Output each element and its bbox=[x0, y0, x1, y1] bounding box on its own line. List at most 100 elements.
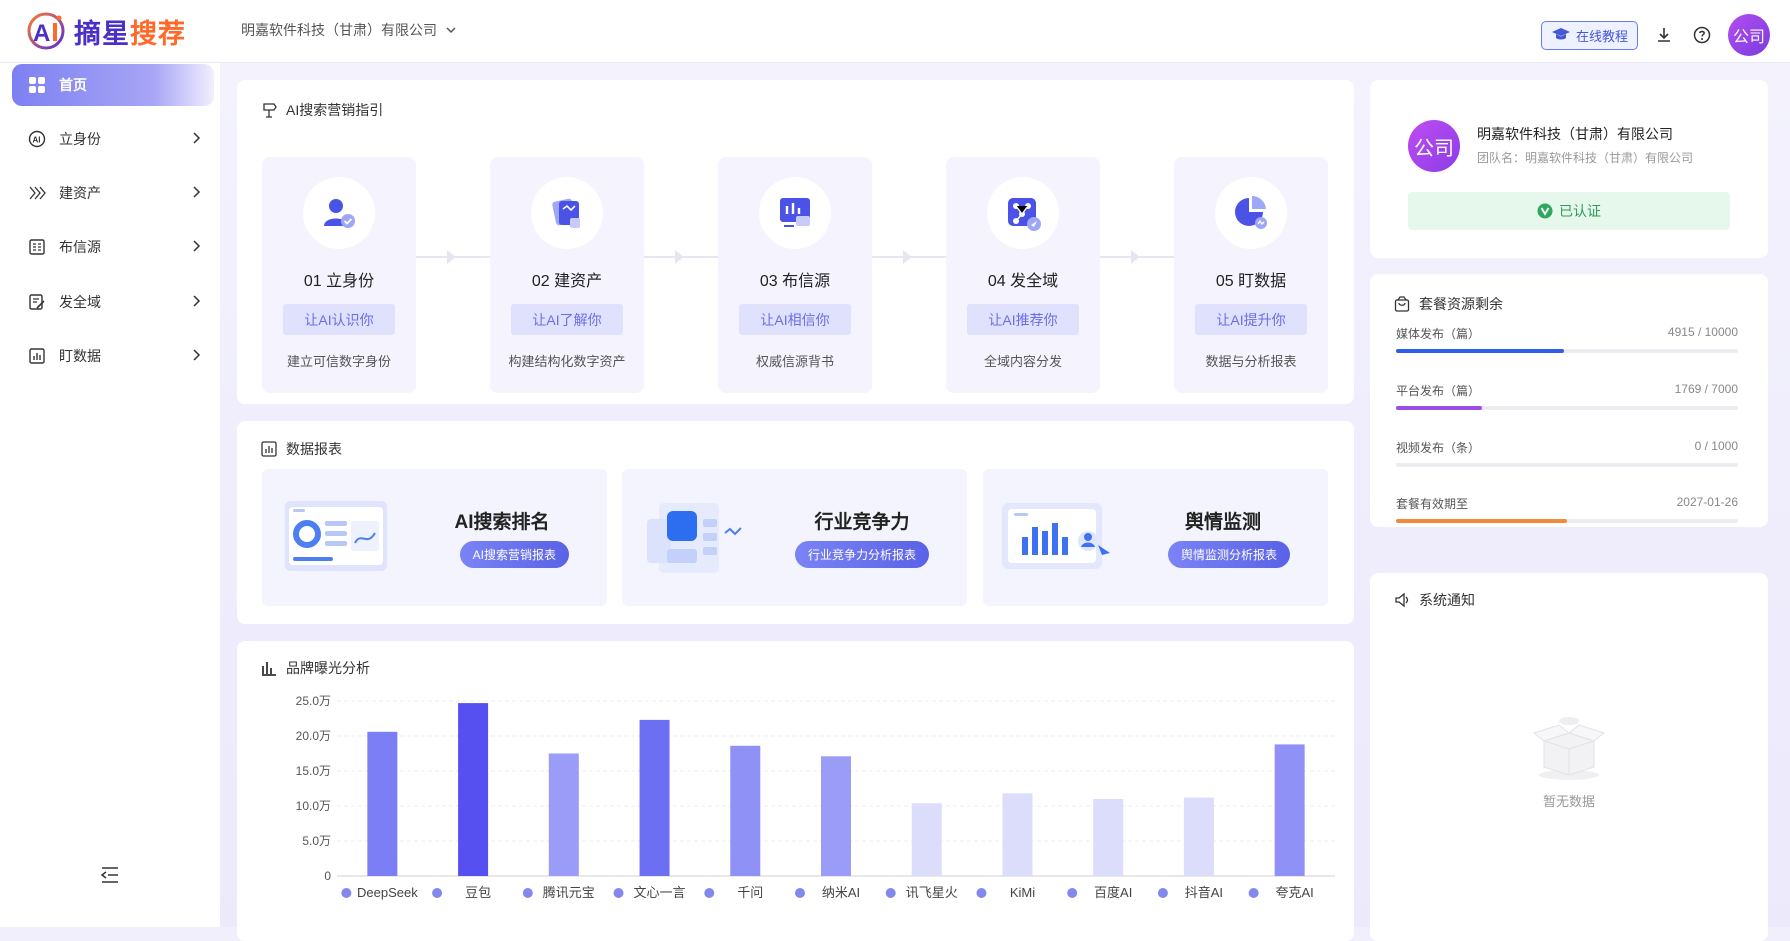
resource-label: 平台发布（篇） bbox=[1396, 384, 1481, 398]
guide-post-icon bbox=[263, 103, 277, 118]
chevron-right-icon bbox=[193, 240, 201, 252]
step-connector-arrow bbox=[644, 250, 718, 264]
collapse-sidebar-button[interactable] bbox=[100, 866, 120, 889]
help-button[interactable] bbox=[1690, 23, 1714, 47]
package-bag-icon bbox=[1394, 296, 1410, 312]
bar-文心一言 bbox=[639, 719, 670, 876]
source-icon bbox=[27, 237, 47, 257]
report-public-opinion[interactable]: 舆情监测 舆情监测分析报表 bbox=[983, 469, 1328, 606]
team-name: 团队名：明嘉软件科技（甘肃）有限公司 bbox=[1477, 151, 1694, 165]
x-tick-label: 纳米AI bbox=[822, 885, 860, 900]
x-tick-label: 腾讯元宝 bbox=[543, 885, 595, 900]
guide-step-title: 05 盯数据 bbox=[1215, 273, 1287, 290]
report-chart-icon bbox=[261, 441, 277, 457]
empty-box-icon bbox=[1532, 717, 1606, 780]
bar-百度AI bbox=[1093, 799, 1124, 876]
sidebar-item-label: 首页 bbox=[59, 77, 87, 93]
guide-step-tag: 让AI相信你 bbox=[739, 304, 851, 335]
guide-step-title: 03 布信源 bbox=[759, 273, 831, 290]
x-tick-label: 讯飞星火 bbox=[906, 885, 958, 900]
resource-progress bbox=[1396, 349, 1738, 353]
ai-search-report-button[interactable]: AI搜索营销报表 bbox=[459, 541, 569, 568]
guide-card: AI搜索营销指引 01 立身份 让AI认识你 建立可信数字身份 02 建资产 让… bbox=[237, 80, 1354, 404]
sidebar-item-data[interactable]: 盯数据 bbox=[12, 335, 214, 377]
bar-讯飞星火 bbox=[911, 803, 942, 876]
chart-icon bbox=[27, 346, 47, 366]
sidebar-item-publish[interactable]: 发全域 bbox=[12, 281, 214, 323]
verified-badge: 已认证 bbox=[1408, 192, 1730, 230]
menu-fold-icon bbox=[100, 867, 118, 883]
resource-label: 媒体发布（篇） bbox=[1396, 327, 1481, 341]
no-data-text: 暂无数据 bbox=[1542, 794, 1595, 809]
guide-step-desc: 建立可信数字身份 bbox=[286, 354, 391, 369]
resource-value: 0 / 1000 bbox=[1694, 439, 1738, 453]
guide-step-assets[interactable]: 02 建资产 让AI了解你 构建结构化数字资产 bbox=[490, 157, 644, 393]
online-tutorial-button[interactable]: 在线教程 bbox=[1540, 20, 1638, 50]
chevron-down-icon bbox=[446, 27, 456, 34]
resources-title: 套餐资源剩余 bbox=[1394, 294, 1503, 314]
resource-progress bbox=[1396, 406, 1738, 410]
online-tutorial-label: 在线教程 bbox=[1575, 28, 1628, 44]
platform-logo-icon bbox=[795, 888, 805, 898]
publish-icon bbox=[27, 292, 47, 312]
speaker-icon bbox=[1395, 592, 1409, 608]
chevron-right-icon bbox=[193, 186, 201, 198]
guide-title: AI搜索营销指引 bbox=[261, 100, 383, 120]
chevron-right-icon bbox=[193, 132, 201, 144]
guide-step-title: 01 立身份 bbox=[303, 273, 375, 290]
platform-logo-icon bbox=[613, 888, 624, 898]
step-connector-arrow bbox=[416, 250, 490, 264]
guide-step-tag: 让AI了解你 bbox=[511, 304, 623, 335]
resource-value: 1769 / 7000 bbox=[1674, 382, 1738, 396]
graduation-cap-icon bbox=[1551, 28, 1570, 40]
guide-step-data[interactable]: 05 盯数据 让AI提升你 数据与分析报表 bbox=[1174, 157, 1328, 393]
resource-progress bbox=[1396, 519, 1738, 523]
download-button[interactable] bbox=[1652, 23, 1676, 47]
dashboard-illustration-icon bbox=[285, 501, 387, 571]
guide-step-identity[interactable]: 01 立身份 让AI认识你 建立可信数字身份 bbox=[262, 157, 416, 393]
step-connector-arrow bbox=[1100, 250, 1174, 264]
sidebar-item-identity[interactable]: AI 立身份 bbox=[12, 118, 214, 160]
platform-logo-icon bbox=[1067, 888, 1078, 898]
sidebar-item-label: 建资产 bbox=[59, 185, 101, 201]
network-send-icon bbox=[1008, 198, 1041, 231]
bar-腾讯元宝 bbox=[548, 753, 579, 876]
guide-step-desc: 权威信源背书 bbox=[755, 354, 834, 369]
chevron-right-icon bbox=[193, 349, 201, 361]
svg-text:A: A bbox=[33, 20, 50, 47]
brand-exposure-card: 品牌曝光分析 0 5.0万 10.0万 15.0万 20.0万 25.0万 DeepSeek… bbox=[237, 641, 1354, 941]
guide-step-title: 04 发全域 bbox=[987, 273, 1059, 290]
report-industry-competitiveness[interactable]: 行业竞争力 行业竞争力分析报表 bbox=[622, 469, 967, 606]
user-avatar[interactable]: 公司 bbox=[1728, 14, 1770, 56]
notice-title: 系统通知 bbox=[1394, 590, 1475, 610]
guide-step-tag: 让AI提升你 bbox=[1195, 304, 1307, 335]
sidebar-item-label: 立身份 bbox=[59, 131, 101, 147]
chevron-right-icon bbox=[193, 295, 201, 307]
guide-step-publish[interactable]: 04 发全域 让AI推荐你 全域内容分发 bbox=[946, 157, 1100, 393]
y-tick-label: 5.0万 bbox=[302, 834, 331, 848]
bar-夸克AI bbox=[1274, 744, 1305, 876]
bar-抖音AI bbox=[1183, 797, 1214, 876]
report-title: 行业竞争力 bbox=[814, 512, 910, 533]
reports-title: 数据报表 bbox=[261, 439, 342, 459]
sidebar-item-label: 盯数据 bbox=[59, 348, 101, 364]
report-title: 舆情监测 bbox=[1184, 512, 1261, 533]
x-tick-label: 千问 bbox=[737, 885, 763, 900]
report-title: AI搜索排名 bbox=[454, 512, 550, 533]
platform-logo-icon bbox=[885, 888, 896, 898]
x-tick-label: 抖音AI bbox=[1185, 885, 1223, 900]
guide-step-sources[interactable]: 03 布信源 让AI相信你 权威信源背书 bbox=[718, 157, 872, 393]
industry-report-button[interactable]: 行业竞争力分析报表 bbox=[794, 541, 929, 568]
y-tick-label: 0 bbox=[324, 869, 331, 883]
svg-text:AI: AI bbox=[33, 136, 41, 145]
sidebar-item-home[interactable]: 首页 bbox=[12, 64, 214, 106]
sidebar-item-assets[interactable]: 建资产 bbox=[12, 172, 214, 214]
opinion-report-button[interactable]: 舆情监测分析报表 bbox=[1167, 541, 1290, 568]
company-selector[interactable]: 明嘉软件科技（甘肃）有限公司 bbox=[241, 20, 457, 40]
platform-logo-icon bbox=[1248, 888, 1259, 898]
sidebar-item-sources[interactable]: 布信源 bbox=[12, 226, 214, 268]
report-ai-search-ranking[interactable]: AI搜索排名 AI搜索营销报表 bbox=[262, 469, 607, 606]
app-logo[interactable]: A 摘星搜荐 bbox=[26, 10, 186, 52]
monitor-illustration-icon bbox=[1002, 503, 1110, 569]
y-tick-label: 15.0万 bbox=[296, 764, 331, 778]
